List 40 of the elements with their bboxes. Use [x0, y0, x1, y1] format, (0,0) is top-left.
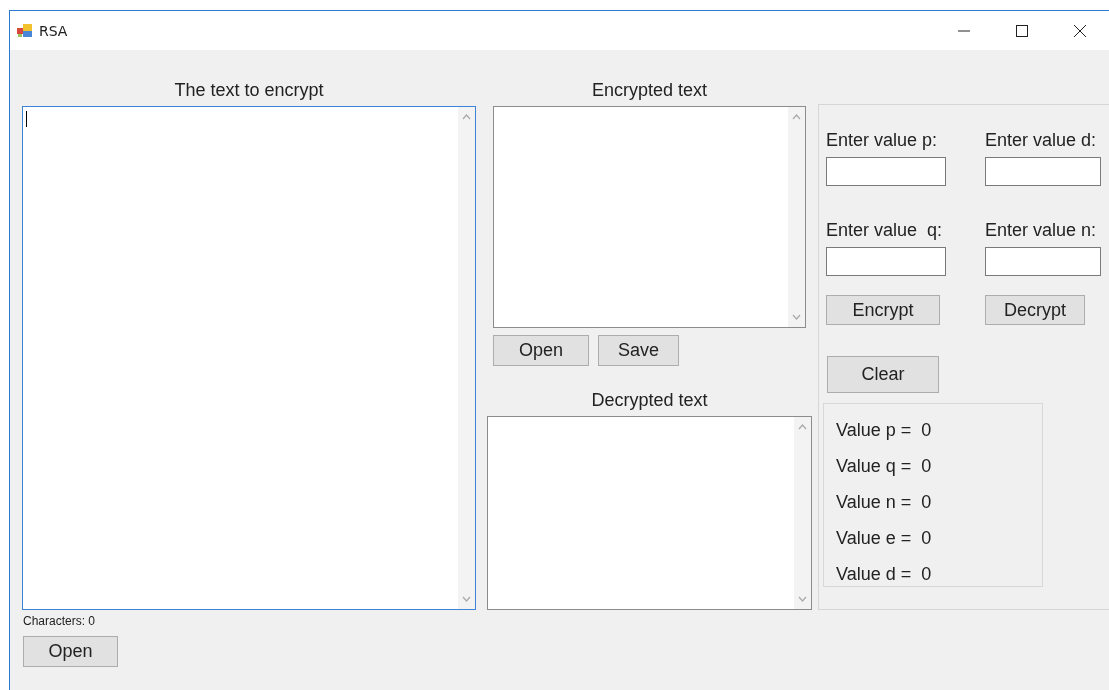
panel-label: Decrypted text [590, 389, 709, 411]
scroll-down-icon[interactable] [798, 596, 807, 602]
value-label: Value e = 0 [836, 527, 933, 550]
text-area[interactable] [22, 106, 476, 610]
open-button[interactable]: Open [493, 335, 589, 366]
scroll-down-icon[interactable] [792, 314, 801, 320]
scroll-down-icon[interactable] [462, 596, 471, 602]
scrollbar[interactable] [458, 107, 475, 609]
value-label: Value q = 0 [836, 455, 933, 478]
text-cursor-icon [26, 111, 27, 127]
text-area[interactable] [493, 106, 806, 328]
decrypt-button[interactable]: Decrypt [985, 295, 1085, 325]
character-count: Characters: 0 [23, 614, 97, 628]
text-area[interactable] [487, 416, 812, 610]
field-label: Enter value p: [826, 129, 939, 151]
clear-button[interactable]: Clear [827, 356, 939, 393]
panel-label: Encrypted text [590, 79, 709, 101]
input-field[interactable] [985, 157, 1101, 186]
value-label: Value n = 0 [836, 491, 933, 514]
scrollbar[interactable] [794, 417, 811, 609]
field-label: Enter value q: [826, 219, 944, 241]
app-icon [17, 23, 33, 38]
field-label: Enter value d: [985, 129, 1098, 151]
save-button[interactable]: Save [598, 335, 679, 366]
scrollbar[interactable] [788, 107, 805, 327]
close-icon [1074, 24, 1086, 37]
value-label: Value d = 0 [836, 563, 933, 586]
input-field[interactable] [826, 157, 946, 186]
open-button[interactable]: Open [23, 636, 118, 667]
window-title: RSA [39, 22, 69, 39]
panel-label: The text to encrypt [173, 79, 325, 101]
value-label: Value p = 0 [836, 419, 933, 442]
scroll-up-icon[interactable] [792, 114, 801, 120]
input-field[interactable] [826, 247, 946, 276]
maximize-icon [1016, 24, 1028, 37]
scroll-up-icon[interactable] [798, 424, 807, 430]
input-field[interactable] [985, 247, 1101, 276]
scroll-up-icon[interactable] [462, 114, 471, 120]
encrypt-button[interactable]: Encrypt [826, 295, 940, 325]
field-label: Enter value n: [985, 219, 1098, 241]
